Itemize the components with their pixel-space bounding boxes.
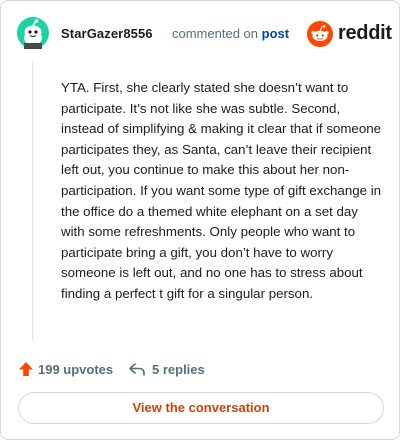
post-link[interactable]: post [262,26,289,41]
upvote-button[interactable]: 199 upvotes [18,359,113,379]
comment-body: YTA. First, she clearly stated she doesn… [61,80,382,301]
commented-label: commented on [172,26,258,41]
upvote-arrow-icon [19,362,33,376]
replies-button[interactable]: 5 replies [128,359,205,379]
reddit-brand[interactable]: reddit [307,21,392,47]
avatar[interactable] [17,17,49,49]
comment-header: StarGazer8556 commented on post reddit [17,17,392,51]
reddit-logo-icon [307,21,333,47]
username-link[interactable]: StarGazer8556 [61,26,153,41]
commented-on-text: commented on post [172,26,289,41]
upvote-count: 199 upvotes [38,361,114,377]
replies-count: 5 replies [152,361,205,377]
comment-card: StarGazer8556 commented on post reddit Y… [0,0,400,440]
thread-line [32,61,33,341]
reply-arrow-icon [129,363,145,376]
comment-actions: 199 upvotes 5 replies [18,359,318,379]
reddit-wordmark: reddit [338,22,392,44]
view-conversation-button[interactable]: View the conversation [18,392,384,424]
